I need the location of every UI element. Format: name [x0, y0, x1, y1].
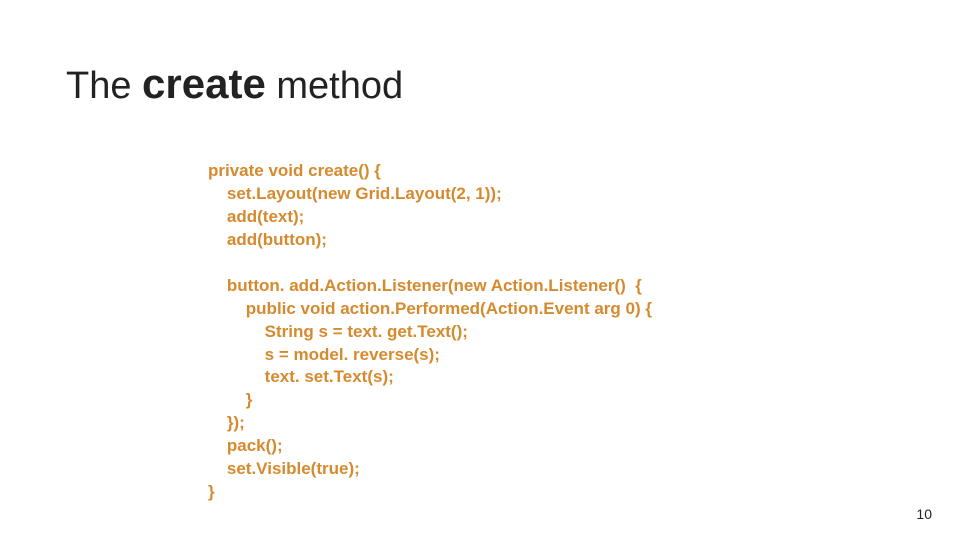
- title-emph: create: [142, 60, 266, 107]
- slide-title: The create method: [66, 60, 403, 108]
- code-block: private void create() { set.Layout(new G…: [208, 160, 652, 504]
- title-suffix: method: [266, 65, 403, 107]
- page-number: 10: [916, 506, 932, 522]
- title-prefix: The: [66, 65, 142, 107]
